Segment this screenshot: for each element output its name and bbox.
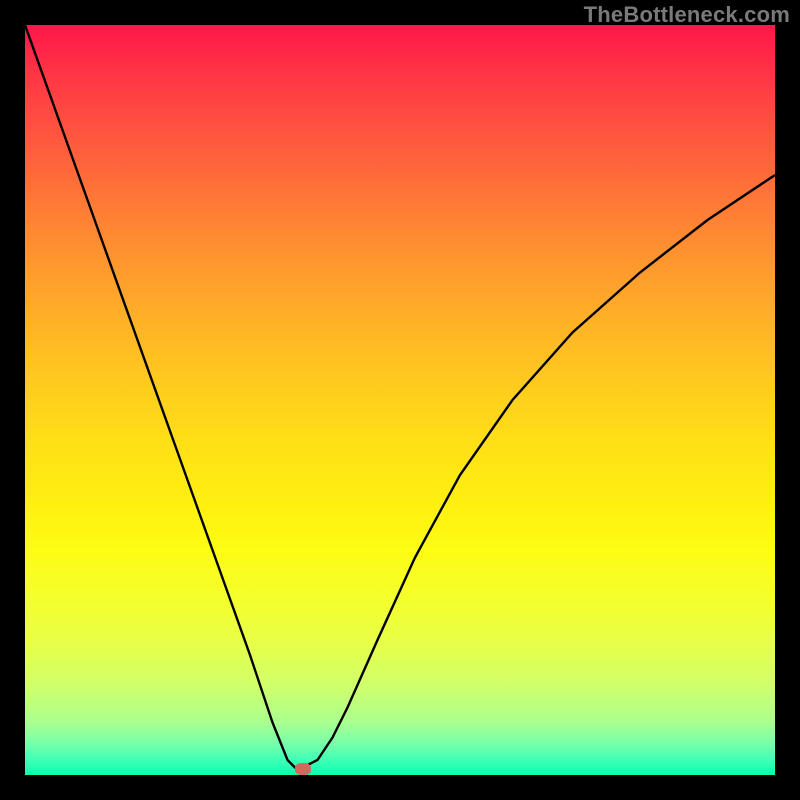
chart-svg	[25, 25, 775, 775]
watermark-text: TheBottleneck.com	[584, 2, 790, 28]
chart-area	[25, 25, 775, 775]
chart-marker-dot	[295, 763, 311, 775]
chart-curve-path	[25, 25, 775, 768]
